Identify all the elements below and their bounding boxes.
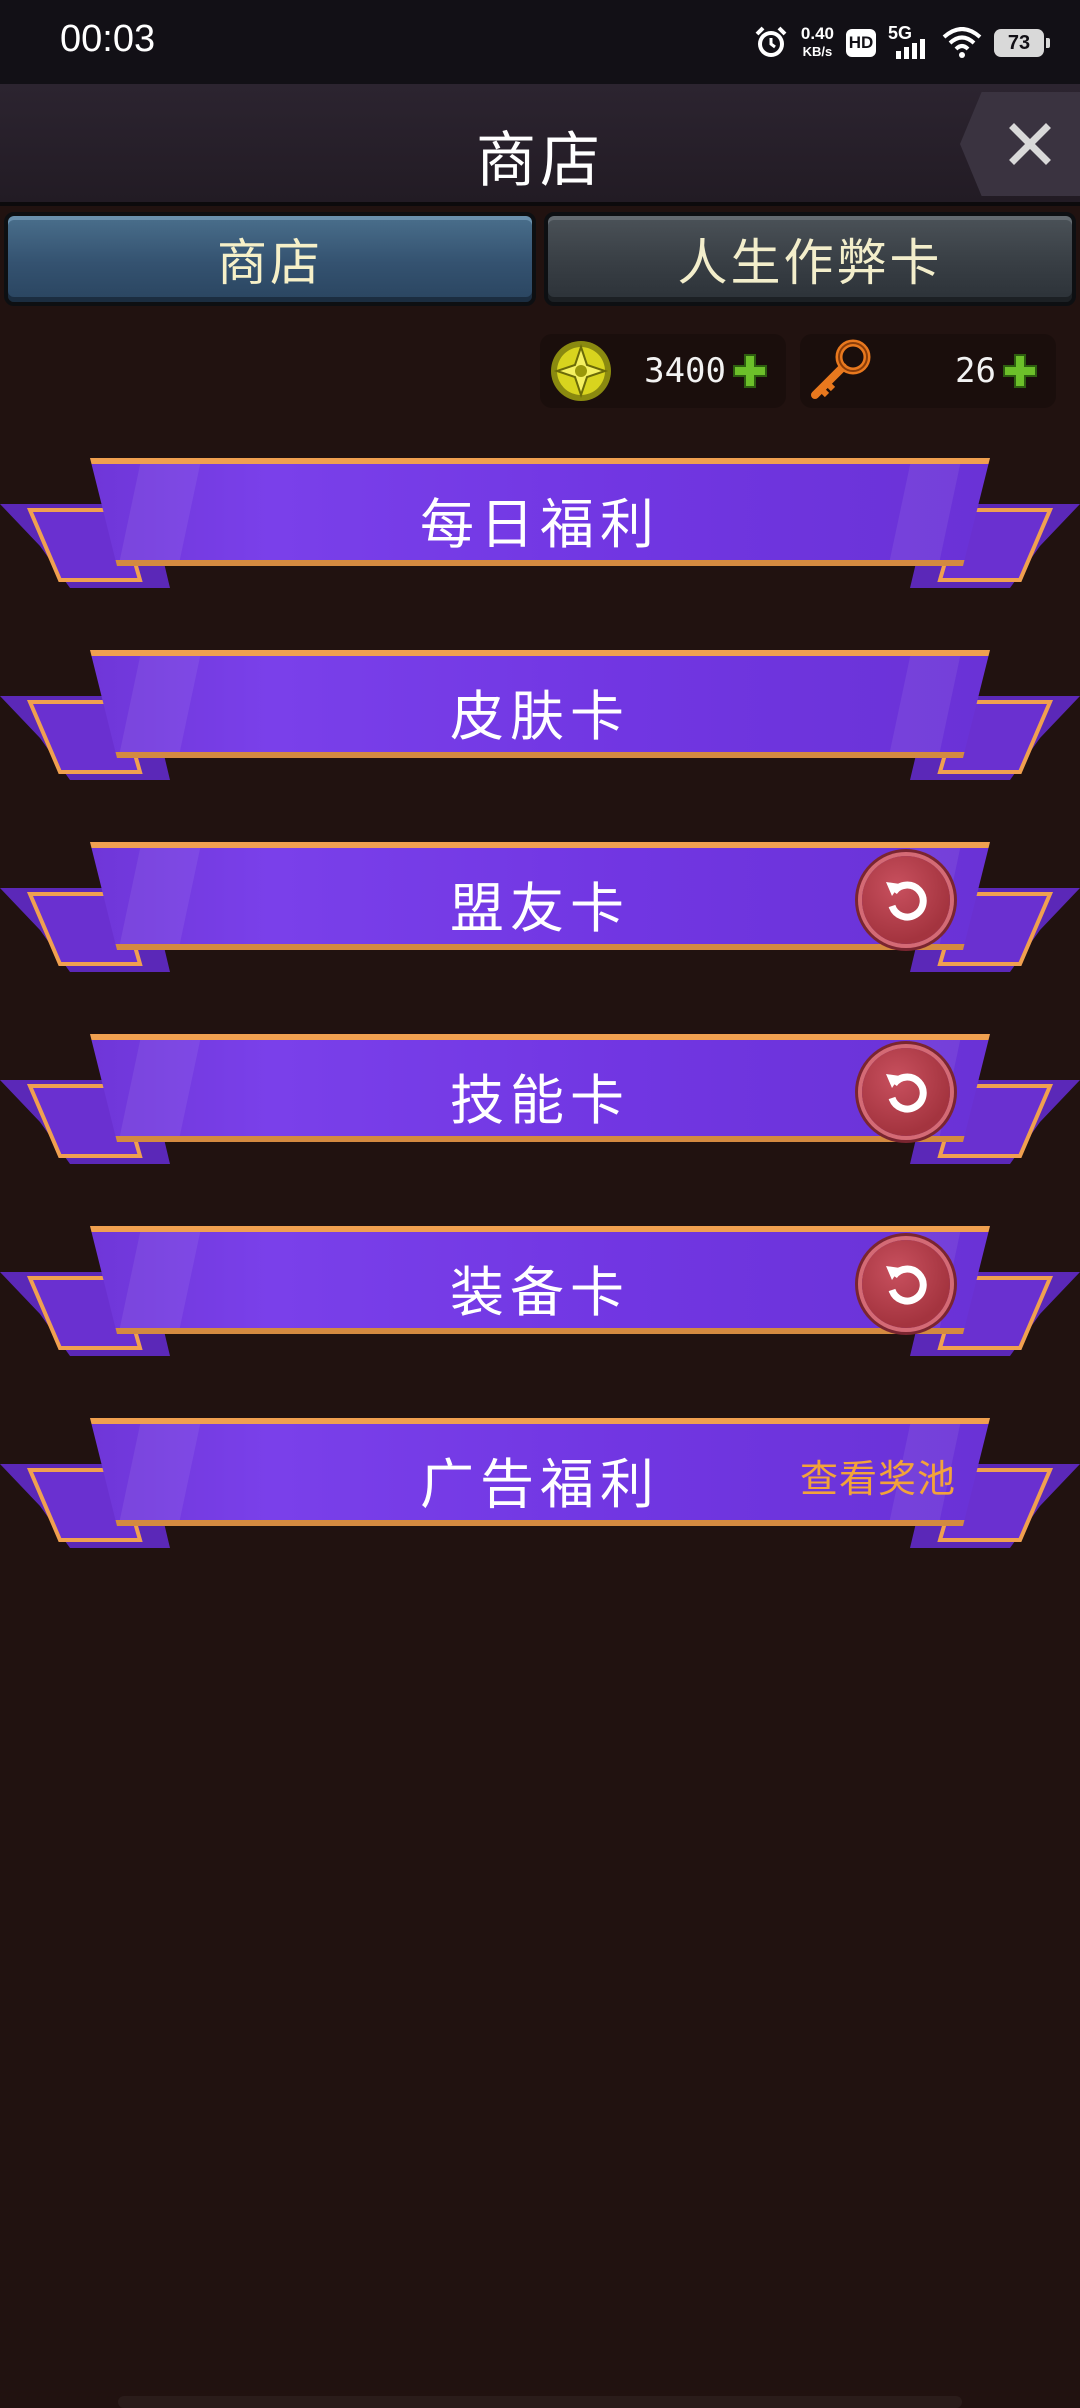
- view-prize-pool-link[interactable]: 查看奖池: [800, 1448, 956, 1503]
- close-button[interactable]: [960, 92, 1080, 196]
- banner-ally-card[interactable]: 盟友卡: [0, 842, 1080, 976]
- key-count: 26: [955, 351, 996, 391]
- refresh-button[interactable]: [862, 1240, 950, 1328]
- wifi-icon: [942, 27, 982, 59]
- banner-label: 每日福利: [420, 493, 660, 556]
- banner-skin-card[interactable]: 皮肤卡: [0, 650, 1080, 784]
- refresh-button[interactable]: [862, 856, 950, 944]
- banner-label: 皮肤卡: [450, 685, 630, 748]
- page-title: 商店: [476, 126, 604, 196]
- banner-ad-bonus[interactable]: 广告福利 查看奖池: [0, 1418, 1080, 1552]
- refresh-button[interactable]: [862, 1048, 950, 1136]
- add-gems-button[interactable]: [732, 353, 768, 389]
- tab-store[interactable]: 商店: [4, 212, 536, 306]
- banner-equipment-card[interactable]: 装备卡: [0, 1226, 1080, 1360]
- refresh-icon: [886, 881, 927, 921]
- status-icons: 0.40 KB/s HD 5G 73: [753, 18, 1050, 68]
- speed-unit: KB/s: [802, 44, 833, 59]
- header-bar: 商店: [0, 84, 1080, 206]
- banner-skill-card[interactable]: 技能卡: [0, 1034, 1080, 1168]
- refresh-icon: [886, 1073, 927, 1113]
- battery-level: 73: [1007, 31, 1031, 54]
- close-icon: [1009, 123, 1051, 165]
- home-indicator[interactable]: [118, 2396, 962, 2408]
- refresh-icon: [886, 1265, 927, 1305]
- gem-counter: 3400: [540, 334, 786, 408]
- network-speed: 0.40 KB/s: [801, 25, 834, 61]
- banner-daily-bonus[interactable]: 每日福利: [0, 458, 1080, 592]
- add-keys-button[interactable]: [1002, 353, 1038, 389]
- status-time: 00:03: [60, 18, 156, 60]
- battery-icon: 73: [994, 29, 1050, 57]
- tab-cheat-card[interactable]: 人生作弊卡: [544, 212, 1076, 306]
- key-counter: 26: [800, 334, 1056, 408]
- status-bar: 00:03 0.40 KB/s HD 5G 73: [0, 0, 1080, 84]
- key-icon: [804, 334, 878, 408]
- alarm-icon: [753, 25, 789, 61]
- gem-icon: [544, 334, 618, 408]
- gem-count: 3400: [644, 351, 726, 391]
- speed-value: 0.40: [800, 24, 834, 43]
- signal-icon: 5G: [888, 23, 930, 61]
- hd-badge: HD: [846, 29, 876, 57]
